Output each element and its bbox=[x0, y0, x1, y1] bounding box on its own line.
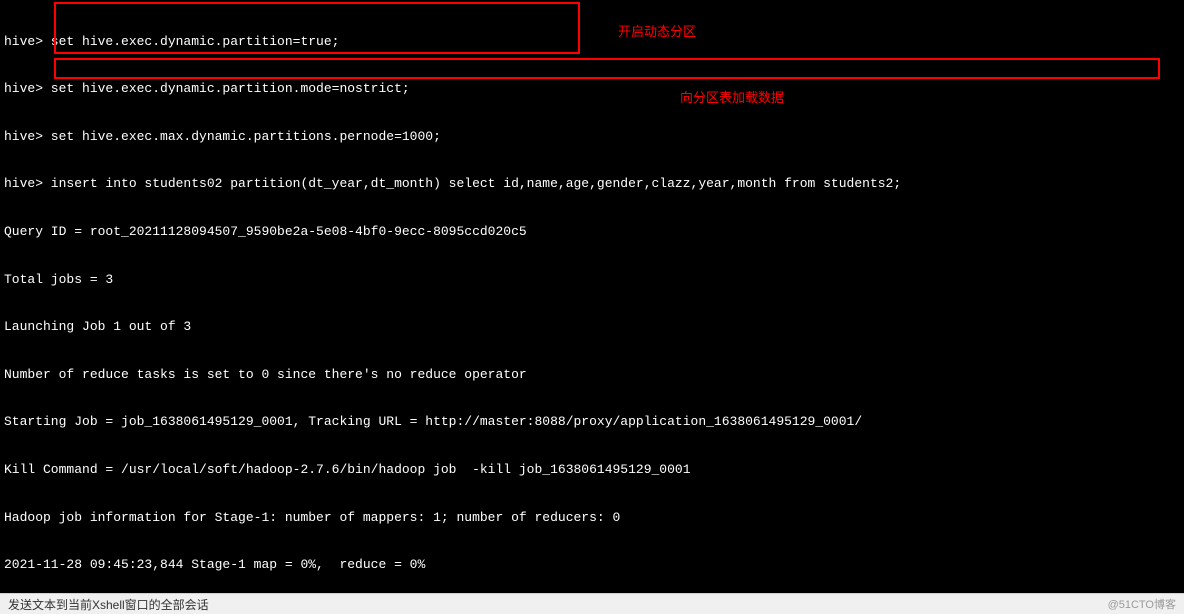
status-bar: 发送文本到当前Xshell窗口的全部会话 @51CTO博客 bbox=[0, 593, 1184, 614]
status-bar-text: 发送文本到当前Xshell窗口的全部会话 bbox=[8, 596, 209, 613]
terminal-line: Query ID = root_20211128094507_9590be2a-… bbox=[4, 224, 1180, 240]
terminal-line: hive> set hive.exec.dynamic.partition.mo… bbox=[4, 81, 1180, 97]
terminal-line: Starting Job = job_1638061495129_0001, T… bbox=[4, 414, 1180, 430]
terminal-line: hive> set hive.exec.dynamic.partition=tr… bbox=[4, 34, 1180, 50]
terminal-line: Kill Command = /usr/local/soft/hadoop-2.… bbox=[4, 462, 1180, 478]
terminal-line: Total jobs = 3 bbox=[4, 272, 1180, 288]
terminal-line: Hadoop job information for Stage-1: numb… bbox=[4, 510, 1180, 526]
terminal-line: Number of reduce tasks is set to 0 since… bbox=[4, 367, 1180, 383]
watermark: @51CTO博客 bbox=[1108, 596, 1176, 612]
terminal-line: hive> set hive.exec.max.dynamic.partitio… bbox=[4, 129, 1180, 145]
terminal-line: hive> insert into students02 partition(d… bbox=[4, 176, 1180, 192]
highlight-box-insert-command bbox=[54, 58, 1160, 79]
terminal-line: Launching Job 1 out of 3 bbox=[4, 319, 1180, 335]
terminal-output[interactable]: hive> set hive.exec.dynamic.partition=tr… bbox=[0, 0, 1184, 593]
terminal-line: 2021-11-28 09:45:23,844 Stage-1 map = 0%… bbox=[4, 557, 1180, 573]
